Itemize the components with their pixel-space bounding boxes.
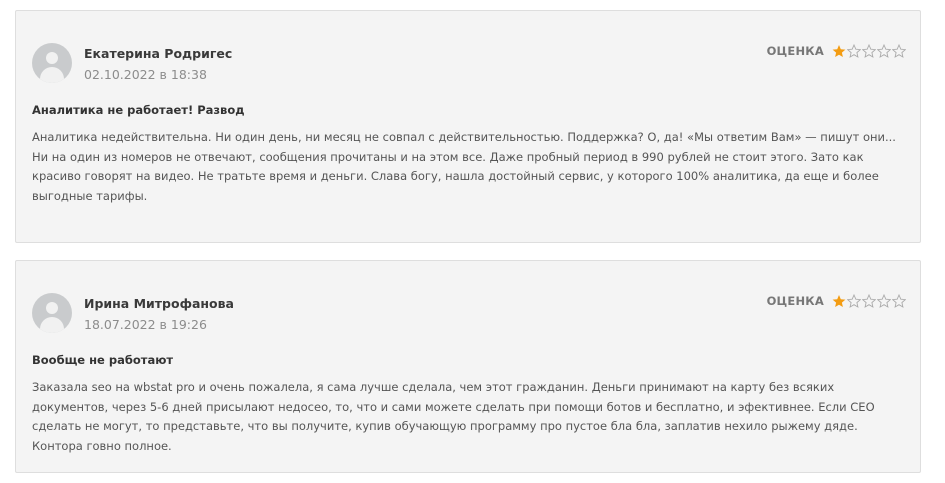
review-author: Ирина Митрофанова xyxy=(84,296,234,311)
star-filled-icon xyxy=(832,45,846,57)
avatar-head-icon xyxy=(46,302,58,314)
review-rating: ОЦЕНКА xyxy=(767,44,906,58)
rating-label: ОЦЕНКА xyxy=(766,44,824,58)
review-card: Ирина Митрофанова 18.07.2022 в 19:26 ОЦЕ… xyxy=(15,260,921,473)
review-rating: ОЦЕНКА xyxy=(767,294,906,308)
avatar xyxy=(32,293,72,333)
star-filled-icon xyxy=(832,295,846,307)
review-author: Екатерина Родригес xyxy=(84,46,233,61)
avatar-body-icon xyxy=(40,317,64,333)
star-empty-icon xyxy=(877,294,891,308)
rating-label: ОЦЕНКА xyxy=(766,294,824,308)
review-paragraph: Ни на один из номеров не отвечают, сообщ… xyxy=(32,149,879,204)
star-empty-icon xyxy=(892,294,906,308)
avatar xyxy=(32,43,72,83)
review-text: Заказала seo на wbstat pro и очень пожал… xyxy=(32,378,912,457)
review-date: 18.07.2022 в 19:26 xyxy=(84,317,207,332)
avatar-body-icon xyxy=(40,67,64,83)
review-text: Аналитика недействительна. Ни один день,… xyxy=(32,128,912,207)
review-paragraph: Аналитика недействительна. Ни один день,… xyxy=(32,130,896,144)
avatar-head-icon xyxy=(46,52,58,64)
review-title: Вообще не работают xyxy=(32,353,174,367)
star-empty-icon xyxy=(862,44,876,58)
review-date: 02.10.2022 в 18:38 xyxy=(84,67,207,82)
star-empty-icon xyxy=(847,44,861,58)
review-paragraph: Заказала seo на wbstat pro и очень пожал… xyxy=(32,380,875,454)
star-empty-icon xyxy=(892,44,906,58)
review-card: Екатерина Родригес 02.10.2022 в 18:38 ОЦ… xyxy=(15,10,921,243)
rating-stars xyxy=(831,294,906,308)
star-empty-icon xyxy=(847,294,861,308)
rating-stars xyxy=(831,44,906,58)
review-title: Аналитика не работает! Развод xyxy=(32,103,245,117)
star-empty-icon xyxy=(862,294,876,308)
star-empty-icon xyxy=(877,44,891,58)
